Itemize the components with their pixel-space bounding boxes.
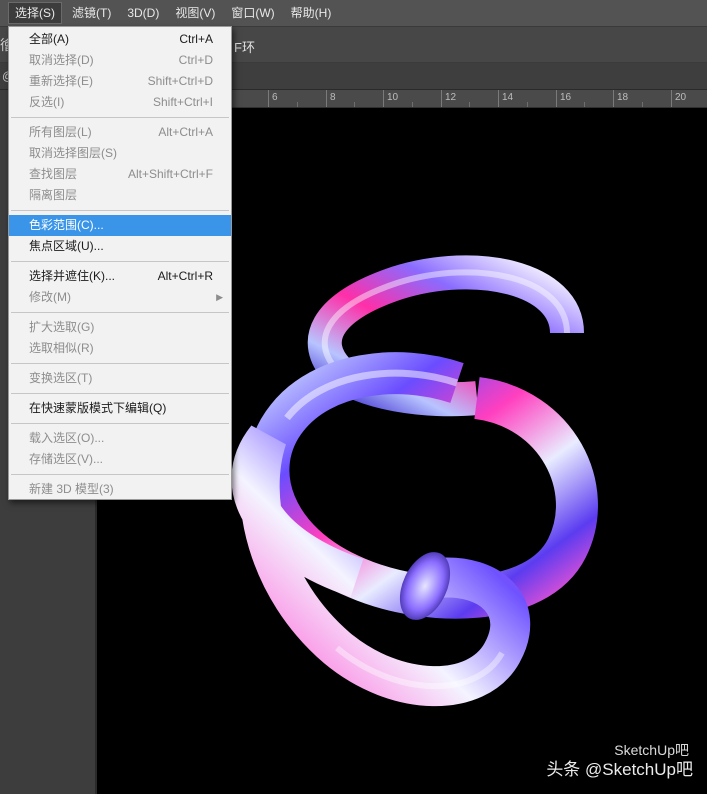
menu-item-label: 所有图层(L) <box>29 125 92 139</box>
menu-separator <box>11 261 229 262</box>
ruler-label: 20 <box>675 92 687 103</box>
ruler-minor-tick <box>584 102 585 107</box>
menu-item-label: 选择并遮住(K)... <box>29 269 115 283</box>
menu-separator <box>11 210 229 211</box>
menu-item-label: 扩大选取(G) <box>29 320 95 334</box>
menu-separator <box>11 423 229 424</box>
menu-item-shortcut: Ctrl+A <box>179 32 213 46</box>
menu-separator <box>11 393 229 394</box>
menu-item-label: 载入选区(O)... <box>29 431 105 445</box>
menu-select[interactable]: 选择(S) <box>8 2 62 24</box>
menu-separator <box>11 474 229 475</box>
menu-item-label: 查找图层 <box>29 167 78 181</box>
menu-item-deselect[interactable]: 取消选择(D) Ctrl+D <box>9 50 231 71</box>
menu-item-isolate-layers[interactable]: 隔离图层 <box>9 185 231 206</box>
menu-item-inverse[interactable]: 反选(I) Shift+Ctrl+I <box>9 92 231 113</box>
ruler-label: 14 <box>502 92 514 103</box>
options-bar-text: F环 <box>234 40 255 55</box>
menu-item-focus-area[interactable]: 焦点区域(U)... <box>9 236 231 257</box>
menu-item-new-3d-model[interactable]: 新建 3D 模型(3) <box>9 479 231 500</box>
menu-item-label: 在快速蒙版模式下编辑(Q) <box>29 401 167 415</box>
menu-item-label: 色彩范围(C)... <box>29 218 104 232</box>
ruler-minor-tick <box>297 102 298 107</box>
menu-item-modify[interactable]: 修改(M) ▶ <box>9 287 231 308</box>
menu-view[interactable]: 视图(V) <box>169 2 221 24</box>
watermark: 头条 @SketchUp吧 <box>546 760 693 779</box>
ruler-tick: 18 <box>613 90 628 107</box>
menu-item-label: 反选(I) <box>29 95 65 109</box>
menu-item-shortcut: Alt+Ctrl+R <box>157 269 213 283</box>
ruler-label: 8 <box>330 92 336 103</box>
ruler-minor-tick <box>469 102 470 107</box>
menu-item-all-layers[interactable]: 所有图层(L) Alt+Ctrl+A <box>9 122 231 143</box>
menu-item-quick-mask[interactable]: 在快速蒙版模式下编辑(Q) <box>9 398 231 419</box>
menu-item-label: 修改(M) <box>29 290 71 304</box>
menu-filter[interactable]: 滤镜(T) <box>66 2 117 24</box>
spiral-lower-loop <box>231 425 531 707</box>
ruler-label: 16 <box>560 92 572 103</box>
ruler-tick: 6 <box>268 90 278 107</box>
horizontal-ruler: 6 8 10 12 14 16 18 20 <box>232 90 707 108</box>
menu-item-save-selection[interactable]: 存储选区(V)... <box>9 449 231 470</box>
menu-item-label: 取消选择(D) <box>29 53 94 67</box>
menu-item-shortcut: Shift+Ctrl+D <box>147 74 213 88</box>
menu-separator <box>11 312 229 313</box>
menu-item-select-all[interactable]: 全部(A) Ctrl+A <box>9 29 231 50</box>
menu-item-shortcut: Ctrl+D <box>178 53 213 67</box>
menu-item-label: 变换选区(T) <box>29 371 93 385</box>
submenu-arrow-icon: ▶ <box>216 292 223 302</box>
menu-bar: 选择(S) 滤镜(T) 3D(D) 视图(V) 窗口(W) 帮助(H) <box>0 0 707 27</box>
menu-item-label: 选取相似(R) <box>29 341 94 355</box>
menu-item-reselect[interactable]: 重新选择(E) Shift+Ctrl+D <box>9 71 231 92</box>
menu-item-shortcut: Alt+Ctrl+A <box>158 125 213 139</box>
ruler-label: 18 <box>617 92 629 103</box>
ruler-minor-tick <box>642 102 643 107</box>
menu-item-grow[interactable]: 扩大选取(G) <box>9 317 231 338</box>
menu-item-label: 取消选择图层(S) <box>29 146 117 160</box>
menu-item-deselect-layers[interactable]: 取消选择图层(S) <box>9 143 231 164</box>
menu-item-label: 全部(A) <box>29 32 69 46</box>
ruler-minor-tick <box>354 102 355 107</box>
select-dropdown-menu: 全部(A) Ctrl+A 取消选择(D) Ctrl+D 重新选择(E) Shift+C… <box>8 26 232 500</box>
menu-item-load-selection[interactable]: 载入选区(O)... <box>9 428 231 449</box>
menu-window[interactable]: 窗口(W) <box>225 2 280 24</box>
ruler-tick: 14 <box>498 90 513 107</box>
menu-item-label: 隔离图层 <box>29 188 78 202</box>
menu-item-find-layers[interactable]: 查找图层 Alt+Shift+Ctrl+F <box>9 164 231 185</box>
ruler-tick: 16 <box>556 90 571 107</box>
menu-item-label: 新建 3D 模型(3) <box>29 482 114 496</box>
menu-3d[interactable]: 3D(D) <box>121 2 165 24</box>
ruler-label: 10 <box>387 92 399 103</box>
menu-item-label: 重新选择(E) <box>29 74 93 88</box>
ruler-minor-tick <box>527 102 528 107</box>
ruler-tick: 8 <box>326 90 336 107</box>
ruler-tick: 20 <box>671 90 686 107</box>
menu-separator <box>11 117 229 118</box>
menu-item-color-range[interactable]: 色彩范围(C)... <box>9 215 231 236</box>
ruler-tick: 10 <box>383 90 398 107</box>
ruler-tick: 12 <box>441 90 456 107</box>
menu-item-label: 存储选区(V)... <box>29 452 103 466</box>
menu-item-shortcut: Shift+Ctrl+I <box>152 95 213 109</box>
ruler-minor-tick <box>412 102 413 107</box>
menu-separator <box>11 363 229 364</box>
menu-item-shortcut: Alt+Shift+Ctrl+F <box>127 167 213 181</box>
ruler-label: 6 <box>272 92 278 103</box>
menu-help[interactable]: 帮助(H) <box>285 2 338 24</box>
ruler-label: 12 <box>445 92 457 103</box>
menu-item-label: 焦点区域(U)... <box>29 239 104 253</box>
menu-item-similar[interactable]: 选取相似(R) <box>9 338 231 359</box>
menu-item-transform-selection[interactable]: 变换选区(T) <box>9 368 231 389</box>
menu-item-select-and-mask[interactable]: 选择并遮住(K)... Alt+Ctrl+R <box>9 266 231 287</box>
